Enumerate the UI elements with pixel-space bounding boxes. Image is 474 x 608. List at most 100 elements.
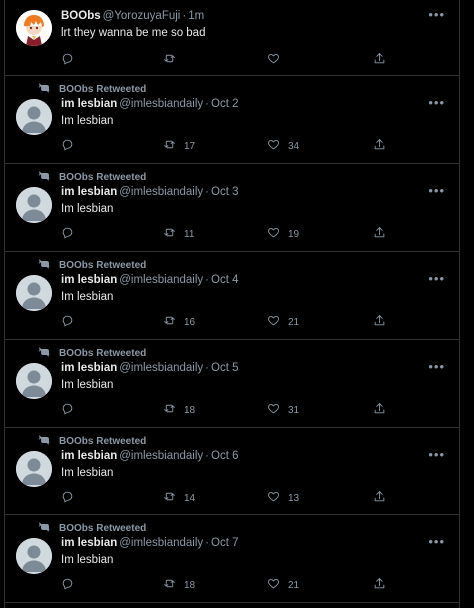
display-name[interactable]: im lesbian [61, 537, 117, 549]
retweeted-by-label: BOObs Retweeted [59, 260, 147, 271]
avatar[interactable] [16, 363, 52, 399]
tweet[interactable]: BOObs Retweeted im lesbian @imlesbiandaily… [5, 340, 459, 428]
user-handle[interactable]: @imlesbiandaily [119, 450, 203, 462]
share-button[interactable] [373, 138, 386, 154]
retweet-icon [163, 138, 176, 154]
retweet-button[interactable]: 16 [163, 314, 195, 330]
tweet-actions: 18 21 [61, 577, 399, 591]
like-button[interactable]: 21 [267, 314, 299, 330]
share-button[interactable] [373, 52, 386, 68]
tweet[interactable]: BOObs Retweeted im lesbian @imlesbiandaily… [5, 428, 459, 515]
display-name[interactable]: im lesbian [61, 274, 117, 286]
timeline: BOObs @YorozuyaFuji · 1m ••• lrt they wanna b… [4, 0, 460, 608]
tweet-header: im lesbian @imlesbiandaily · Oct 7 [61, 537, 238, 549]
share-button[interactable] [373, 226, 386, 242]
more-icon[interactable]: ••• [428, 271, 445, 286]
retweet-icon [163, 577, 176, 593]
like-count: 19 [288, 228, 300, 240]
separator-dot: · [205, 450, 209, 462]
retweet-button[interactable]: 17 [163, 138, 195, 154]
avatar[interactable] [16, 10, 52, 46]
retweet-icon [39, 82, 59, 97]
like-button[interactable]: 34 [267, 138, 299, 154]
like-button[interactable]: 21 [267, 577, 299, 593]
like-button[interactable]: 13 [267, 490, 299, 506]
tweet[interactable]: BOObs @YorozuyaFuji · 1m ••• lrt they wanna b… [5, 0, 459, 76]
more-icon[interactable]: ••• [428, 7, 445, 22]
like-count: 13 [288, 492, 300, 504]
like-count: 21 [288, 316, 300, 328]
tweet-text: Im lesbian [61, 467, 114, 479]
retweet-button[interactable]: 18 [163, 402, 195, 418]
tweet[interactable]: BOObs Retweeted im lesbian @imlesbiandaily… [5, 252, 459, 340]
reply-icon [61, 138, 74, 154]
tweet[interactable]: BOObs Retweeted im lesbian @imlesbiandaily… [5, 515, 459, 603]
reply-button[interactable] [61, 138, 82, 154]
timestamp[interactable]: Oct 5 [211, 362, 238, 374]
retweet-button[interactable] [163, 52, 184, 68]
timestamp[interactable]: Oct 6 [211, 450, 238, 462]
reply-button[interactable] [61, 226, 82, 242]
tweet-header: im lesbian @imlesbiandaily · Oct 2 [61, 98, 238, 110]
tweet-actions: 17 34 [61, 138, 399, 152]
avatar[interactable] [16, 275, 52, 311]
separator-dot: · [205, 362, 209, 374]
retweet-context: BOObs Retweeted [39, 346, 146, 361]
display-name[interactable]: BOObs [61, 10, 101, 22]
reply-button[interactable] [61, 577, 82, 593]
tweet[interactable]: BOObs Retweeted im lesbian @imlesbiandaily… [5, 164, 459, 252]
share-button[interactable] [373, 577, 386, 593]
timestamp[interactable]: 1m [188, 10, 204, 22]
tweet-actions [61, 52, 399, 66]
user-handle[interactable]: @imlesbiandaily [119, 98, 203, 110]
timestamp[interactable]: Oct 2 [211, 98, 238, 110]
retweet-icon [163, 52, 176, 68]
reply-icon [61, 226, 74, 242]
reply-button[interactable] [61, 314, 82, 330]
share-button[interactable] [373, 490, 386, 506]
avatar[interactable] [16, 99, 52, 135]
more-icon[interactable]: ••• [428, 447, 445, 462]
display-name[interactable]: im lesbian [61, 362, 117, 374]
retweet-context: BOObs Retweeted [39, 521, 146, 536]
display-name[interactable]: im lesbian [61, 450, 117, 462]
retweet-button[interactable]: 11 [163, 226, 194, 242]
display-name[interactable]: im lesbian [61, 98, 117, 110]
more-icon[interactable]: ••• [428, 183, 445, 198]
more-icon[interactable]: ••• [428, 359, 445, 374]
avatar[interactable] [16, 187, 52, 223]
retweet-button[interactable]: 18 [163, 577, 195, 593]
like-button[interactable]: 31 [267, 402, 299, 418]
display-name[interactable]: im lesbian [61, 186, 117, 198]
reply-button[interactable] [61, 52, 82, 68]
avatar[interactable] [16, 451, 52, 487]
timestamp[interactable]: Oct 3 [211, 186, 238, 198]
tweet[interactable]: BOObs Retweeted im lesbian @imlesbiandaily… [5, 76, 459, 164]
tweet-header: im lesbian @imlesbiandaily · Oct 3 [61, 186, 238, 198]
user-handle[interactable]: @imlesbiandaily [119, 186, 203, 198]
retweet-button[interactable]: 14 [163, 490, 195, 506]
more-icon[interactable]: ••• [428, 95, 445, 110]
timestamp[interactable]: Oct 4 [211, 274, 238, 286]
heart-icon [267, 402, 280, 418]
avatar[interactable] [16, 538, 52, 574]
share-icon [373, 314, 386, 330]
more-icon[interactable]: ••• [428, 534, 445, 549]
retweet-context: BOObs Retweeted [39, 258, 146, 273]
separator-dot: · [205, 274, 209, 286]
user-handle[interactable]: @imlesbiandaily [119, 274, 203, 286]
reply-button[interactable] [61, 490, 82, 506]
reply-button[interactable] [61, 402, 82, 418]
share-button[interactable] [373, 402, 386, 418]
like-button[interactable] [267, 52, 288, 68]
user-handle[interactable]: @imlesbiandaily [119, 362, 203, 374]
user-handle[interactable]: @imlesbiandaily [119, 537, 203, 549]
tweet-actions: 14 13 [61, 490, 399, 504]
retweet-icon [39, 170, 59, 185]
like-button[interactable]: 19 [267, 226, 299, 242]
share-button[interactable] [373, 314, 386, 330]
tweet-text: Im lesbian [61, 379, 114, 391]
timestamp[interactable]: Oct 7 [211, 537, 238, 549]
retweeted-by-label: BOObs Retweeted [59, 172, 147, 183]
user-handle[interactable]: @YorozuyaFuji [103, 10, 181, 22]
